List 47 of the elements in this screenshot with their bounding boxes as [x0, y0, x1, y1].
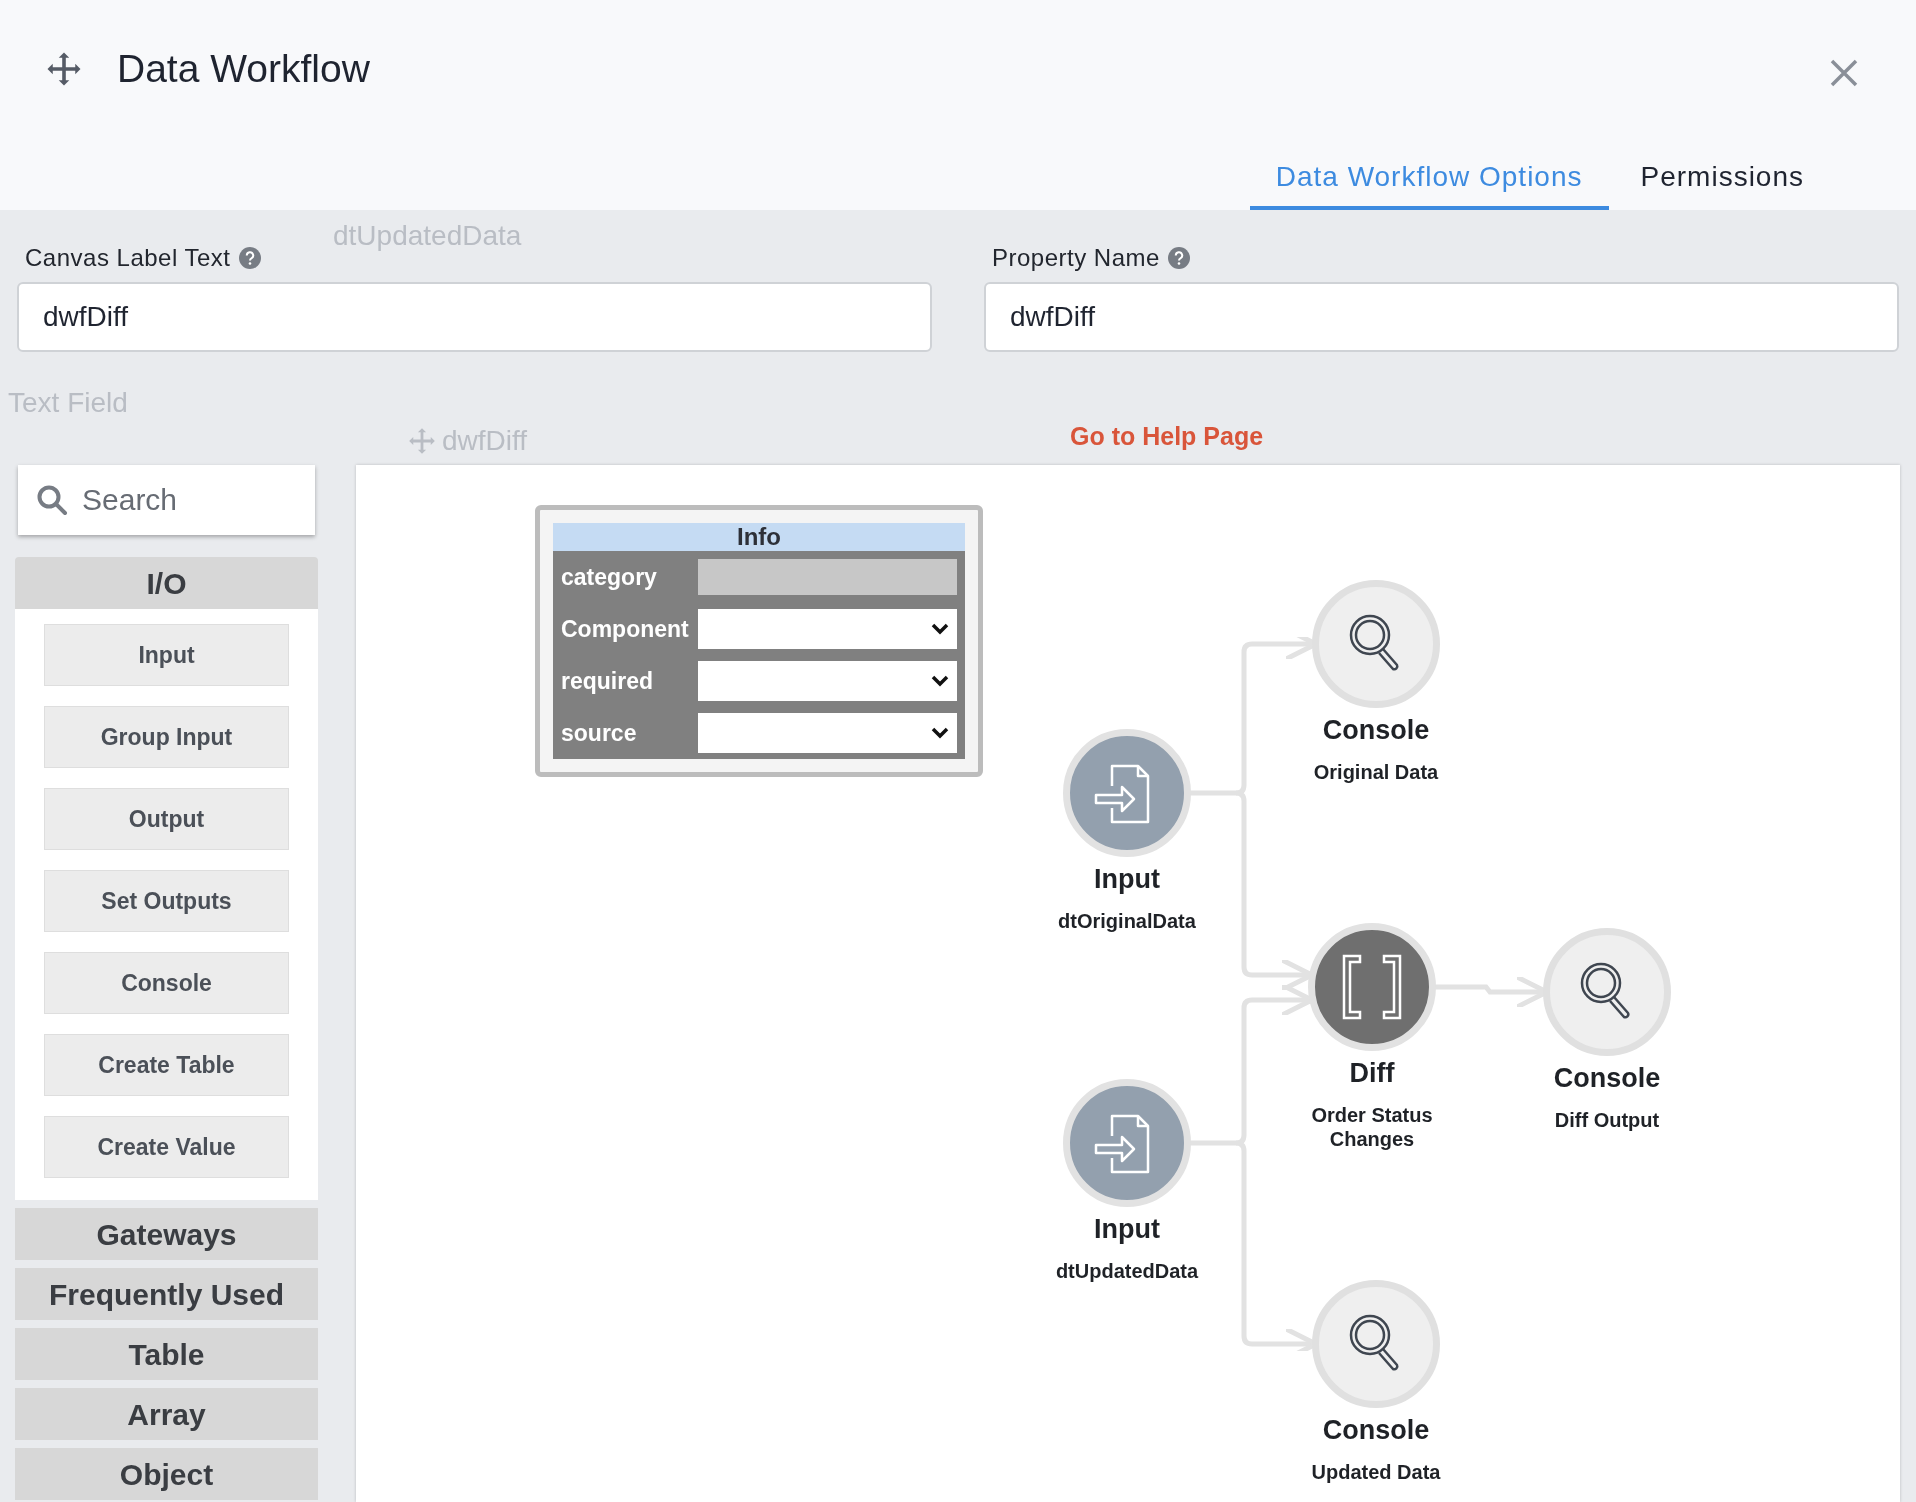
palette-item[interactable]: Set Outputs: [44, 870, 289, 932]
palette-item[interactable]: Console: [44, 952, 289, 1014]
node-subtitle: Diff Output: [1553, 1107, 1661, 1132]
tab[interactable]: Permissions: [1608, 148, 1836, 210]
palette-item[interactable]: Output: [44, 788, 289, 850]
info-label: category: [561, 562, 658, 592]
info-label: Component: [561, 614, 690, 644]
palette-section-header[interactable]: Gateways: [15, 1208, 318, 1260]
node-title: Input: [1094, 1213, 1160, 1246]
text-field[interactable]: dwfDiff: [984, 282, 1899, 352]
palette-item[interactable]: Create Table: [44, 1034, 289, 1096]
info-label: source: [561, 718, 638, 748]
info-label: required: [561, 666, 655, 696]
palette-item[interactable]: Create Value: [44, 1116, 289, 1178]
palette-item[interactable]: Group Input: [44, 706, 289, 768]
close-icon[interactable]: [1830, 59, 1858, 88]
node-subtitle: dtUpdatedData: [1054, 1258, 1200, 1283]
palette-section-header[interactable]: Table: [15, 1328, 318, 1380]
node-subtitle: Updated Data: [1310, 1459, 1442, 1484]
node-title: Diff: [1349, 1057, 1395, 1090]
palette-section-header[interactable]: I/O: [15, 557, 318, 609]
help-icon[interactable]: [238, 247, 261, 269]
node-subtitle: Original Data: [1312, 759, 1440, 784]
chevron-down-icon: [931, 623, 949, 635]
chevron-down-icon: [931, 727, 949, 739]
palette-item[interactable]: Input: [44, 624, 289, 686]
chevron-down-icon: [931, 675, 949, 687]
search-field[interactable]: Search: [18, 465, 315, 535]
move-icon: [46, 51, 82, 88]
node-title: Console: [1553, 1062, 1661, 1095]
faded-move-icon: [408, 427, 436, 455]
search-icon: [36, 484, 68, 516]
help-icon[interactable]: [1167, 247, 1190, 269]
field-label: Canvas Label Text: [25, 243, 231, 273]
field-label: Property Name: [992, 243, 1160, 273]
palette-section-header[interactable]: Object: [15, 1448, 318, 1500]
info-panel-title: Info: [553, 523, 965, 551]
dialog-title: Data Workflow: [117, 46, 370, 92]
node-subtitle: Order Status Changes: [1310, 1102, 1434, 1151]
palette-section-header[interactable]: Frequently Used: [15, 1268, 318, 1320]
node-title: Console: [1322, 1414, 1430, 1447]
node-title: Input: [1094, 863, 1160, 896]
palette-section-header[interactable]: Array: [15, 1388, 318, 1440]
node-title: Console: [1322, 714, 1430, 747]
brackets-icon: [1340, 954, 1404, 1020]
node-subtitle: dtOriginalData: [1057, 908, 1197, 933]
text-field[interactable]: dwfDiff: [17, 282, 932, 352]
